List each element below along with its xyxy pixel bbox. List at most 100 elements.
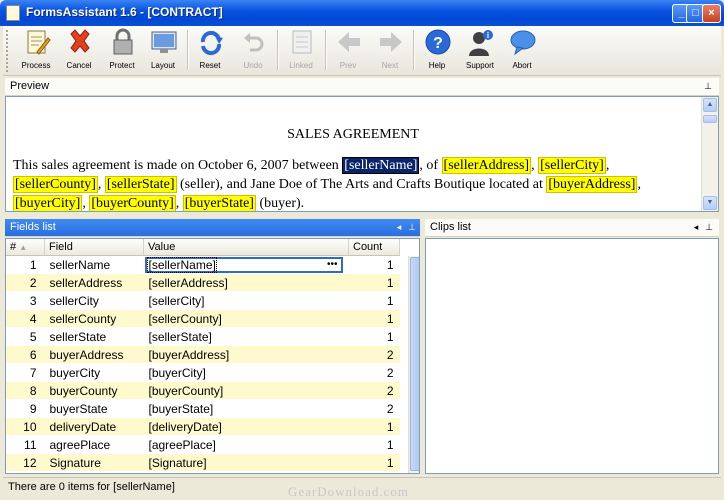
title-bar[interactable]: FormsAssistant 1.6 - [CONTRACT] _ □ × <box>0 0 724 26</box>
field-tag-sellerName[interactable]: [sellerName] <box>342 157 420 174</box>
doc-text: , <box>637 177 641 192</box>
table-row[interactable]: 5 sellerState [sellerState] 1 <box>6 327 400 346</box>
row-count: 1 <box>348 273 400 292</box>
row-field: sellerName <box>44 255 144 274</box>
row-field: Signature <box>44 453 144 472</box>
field-tag-buyerAddress[interactable]: [buyerAddress] <box>546 176 638 193</box>
help-icon: ? <box>425 29 451 55</box>
abort-icon <box>510 30 536 56</box>
next-arrow-icon <box>380 32 402 52</box>
scroll-down-icon[interactable]: ▼ <box>703 196 717 210</box>
preview-pane[interactable]: SALES AGREEMENT This sales agreement is … <box>5 96 719 212</box>
row-value[interactable]: [Signature] <box>143 453 349 472</box>
fields-list-header: Fields list ◂ ⊥ <box>5 219 420 237</box>
process-label: Process <box>21 61 51 70</box>
protect-button[interactable]: Protect <box>101 28 143 74</box>
prev-arrow-icon <box>338 32 360 52</box>
row-value[interactable]: [sellerCounty] <box>143 309 349 328</box>
doc-text: This sales agreement is made on October … <box>13 158 339 173</box>
field-tag-buyerCounty[interactable]: [buyerCounty] <box>89 195 176 211</box>
scroll-up-icon[interactable]: ▲ <box>703 98 717 112</box>
table-row[interactable]: 7 buyerCity [buyerCity] 2 <box>6 363 400 382</box>
field-tag-buyerCity[interactable]: [buyerCity] <box>13 195 83 211</box>
row-count: 2 <box>348 345 400 364</box>
row-field: agreePlace <box>44 435 144 454</box>
row-num: 2 <box>6 273 45 292</box>
row-value[interactable]: [buyerAddress] <box>143 345 349 364</box>
pin-icon[interactable]: ⊥ <box>703 80 713 92</box>
field-tag-sellerCity[interactable]: [sellerCity] <box>538 157 606 174</box>
row-value[interactable]: [agreePlace] <box>143 435 349 454</box>
close-button[interactable]: × <box>702 4 721 23</box>
value-edit-field[interactable]: [sellerName] ••• <box>144 256 343 273</box>
field-tag-sellerCounty[interactable]: [sellerCounty] <box>13 176 98 193</box>
table-row[interactable]: 3 sellerCity [sellerCity] 1 <box>6 291 400 310</box>
scroll-thumb[interactable] <box>703 115 717 123</box>
fields-scrollbar[interactable] <box>408 256 419 473</box>
row-count: 1 <box>348 453 400 472</box>
table-row[interactable]: 9 buyerState [buyerState] 2 <box>6 399 400 418</box>
fields-list: # ▲ Field Value Count 1 sellerName [sell… <box>5 238 420 474</box>
row-num: 1 <box>6 255 45 274</box>
column-header-value[interactable]: Value <box>143 239 349 256</box>
linked-button[interactable]: Linked <box>280 28 322 74</box>
row-value-editor[interactable]: [sellerName] ••• <box>143 255 349 274</box>
row-count: 2 <box>348 363 400 382</box>
clips-list[interactable] <box>425 238 719 474</box>
cancel-button[interactable]: Cancel <box>58 28 100 74</box>
table-row[interactable]: 1 sellerName [sellerName] ••• 1 <box>6 255 400 274</box>
column-header-num[interactable]: # ▲ <box>6 239 45 256</box>
preview-scrollbar[interactable]: ▲ ▼ <box>701 97 718 211</box>
reset-icon <box>200 30 223 56</box>
doc-text: , <box>82 196 86 211</box>
table-row[interactable]: 2 sellerAddress [sellerAddress] 1 <box>6 273 400 292</box>
row-value[interactable]: [sellerAddress] <box>143 273 349 292</box>
row-value[interactable]: [sellerState] <box>143 327 349 346</box>
row-value[interactable]: [buyerCounty] <box>143 381 349 400</box>
row-value[interactable]: [deliveryDate] <box>143 417 349 436</box>
undo-button[interactable]: Undo <box>232 28 274 74</box>
value-edit-text[interactable]: [sellerName] <box>146 256 217 273</box>
linked-label: Linked <box>289 61 313 70</box>
svg-text:i: i <box>487 31 489 40</box>
table-row[interactable]: 10 deliveryDate [deliveryDate] 1 <box>6 417 400 436</box>
row-count: 2 <box>348 381 400 400</box>
toolbar-separator <box>277 30 279 70</box>
help-label: Help <box>428 61 446 70</box>
support-button[interactable]: i Support <box>459 28 501 74</box>
row-count: 1 <box>348 309 400 328</box>
collapse-left-icon[interactable]: ◂ <box>691 221 701 233</box>
row-value[interactable]: [sellerCity] <box>143 291 349 310</box>
field-tag-buyerState[interactable]: [buyerState] <box>182 195 256 211</box>
doc-text: (buyer). <box>255 196 305 211</box>
field-tag-sellerState[interactable]: [sellerState] <box>104 176 177 193</box>
document-body: SALES AGREEMENT This sales agreement is … <box>13 105 693 211</box>
pin-icon[interactable]: ⊥ <box>704 221 714 233</box>
next-button[interactable]: Next <box>369 28 411 74</box>
table-row[interactable]: 12 Signature [Signature] 1 <box>6 453 400 472</box>
row-num: 6 <box>6 345 45 364</box>
help-button[interactable]: ? Help <box>416 28 458 74</box>
table-row[interactable]: 8 buyerCounty [buyerCounty] 2 <box>6 381 400 400</box>
toolbar-grip[interactable] <box>6 30 11 72</box>
ellipsis-button[interactable]: ••• <box>327 259 338 271</box>
pin-icon[interactable]: ⊥ <box>407 221 417 233</box>
prev-button[interactable]: Prev <box>327 28 369 74</box>
reset-button[interactable]: Reset <box>189 28 231 74</box>
column-header-count[interactable]: Count <box>348 239 400 256</box>
table-row[interactable]: 4 sellerCounty [sellerCounty] 1 <box>6 309 400 328</box>
table-row[interactable]: 6 buyerAddress [buyerAddress] 2 <box>6 345 400 364</box>
table-row[interactable]: 11 agreePlace [agreePlace] 1 <box>6 435 400 454</box>
abort-button[interactable]: Abort <box>501 28 543 74</box>
field-tag-sellerAddress[interactable]: [sellerAddress] <box>441 157 532 174</box>
cancel-label: Cancel <box>66 61 92 70</box>
preview-header-label: Preview <box>10 80 50 92</box>
process-button[interactable]: Process <box>15 28 57 74</box>
column-header-field[interactable]: Field <box>44 239 144 256</box>
row-value[interactable]: [buyerState] <box>143 399 349 418</box>
layout-button[interactable]: Layout <box>142 28 184 74</box>
collapse-left-icon[interactable]: ◂ <box>394 221 404 233</box>
scroll-thumb[interactable] <box>410 257 419 471</box>
doc-text: (seller), and Jane Doe of The Arts and C… <box>180 177 543 192</box>
row-value[interactable]: [buyerCity] <box>143 363 349 382</box>
